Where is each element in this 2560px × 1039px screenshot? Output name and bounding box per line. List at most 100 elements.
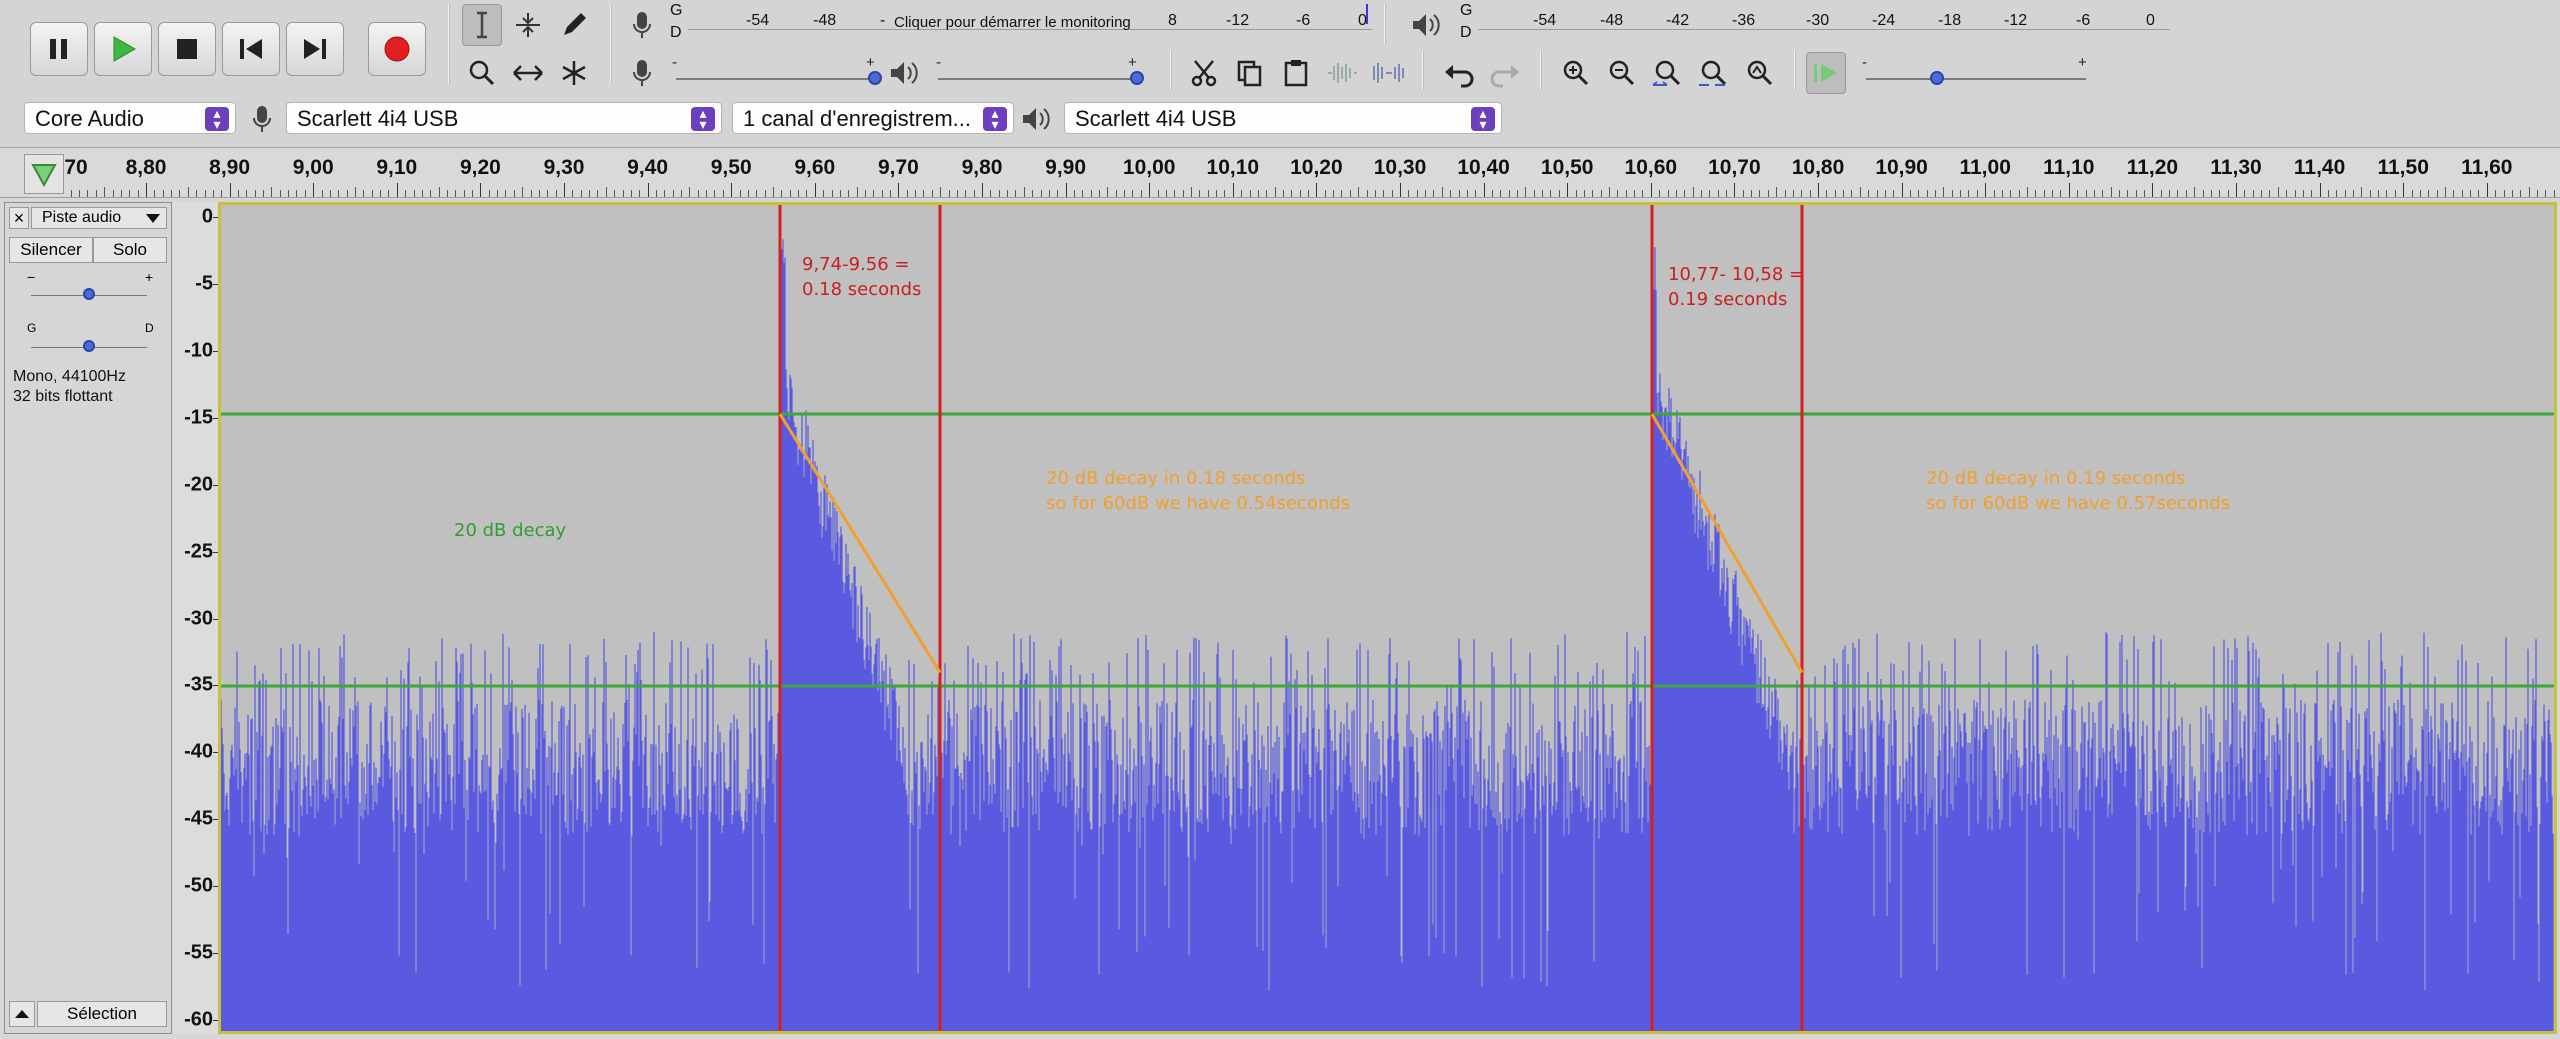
silence-button[interactable] [1368, 52, 1408, 94]
zoom-in-icon [1563, 60, 1589, 86]
timeline-tick [2219, 190, 2221, 197]
timeline-label: 8,80 [125, 156, 167, 179]
timeline-tick [2160, 190, 2162, 197]
timeline-tick [346, 190, 348, 197]
playback-volume-knob[interactable] [1130, 71, 1144, 85]
timeline-tick [2445, 187, 2446, 197]
host-select[interactable]: Core Audio ▴ ▾ [24, 102, 236, 134]
timeline-tick [1784, 190, 1786, 197]
play-at-speed-button[interactable] [1806, 52, 1846, 94]
timeline-tick [1308, 190, 1310, 197]
timeline-tick [1809, 190, 1811, 197]
timeline-label: 10,30 [1373, 156, 1427, 179]
recording-volume-knob[interactable] [868, 71, 882, 85]
play-button[interactable] [94, 22, 152, 76]
redo-icon [1490, 65, 1519, 88]
recording-volume-slider[interactable] [676, 78, 876, 80]
time-shift-tool[interactable] [508, 52, 548, 94]
timeline-tick [1040, 190, 1042, 197]
collapse-track-button[interactable] [9, 1001, 35, 1027]
timeline-options-button[interactable] [24, 154, 64, 194]
timeline-tick [129, 190, 131, 197]
zoom-out-button[interactable] [1602, 52, 1642, 94]
play-speed-slider[interactable] [1866, 78, 2086, 80]
timeline-tick [187, 187, 189, 197]
zoom-in-button[interactable] [1556, 52, 1596, 94]
timeline-tick [1960, 190, 1962, 197]
db-vertical-ruler[interactable]: 0 -5 -10 -15 -20 -25 -30 -35 -40 -45 -50 -55 -60 [172, 202, 220, 1034]
copy-button[interactable] [1230, 52, 1270, 94]
timeline-label: 11,00 [1959, 156, 2011, 179]
db-tick [213, 752, 219, 754]
envelope-icon [516, 13, 540, 37]
multi-tool[interactable] [554, 52, 594, 94]
draw-tool[interactable] [554, 4, 594, 46]
select-track-button[interactable]: Sélection [37, 1001, 167, 1027]
waveform-area[interactable] [221, 205, 2554, 1031]
selection-tool[interactable] [462, 4, 502, 46]
timeline-label: 9,60 [794, 156, 836, 179]
timeline-tick [2411, 190, 2413, 197]
playback-device-select[interactable]: Scarlett 4i4 USB ▴ ▾ [1064, 102, 1502, 134]
track-name-menu[interactable]: Piste audio [31, 207, 167, 229]
result-note-2: 20 dB decay in 0.19 seconds so for 60dB … [1926, 468, 2231, 514]
timeline-tick [1801, 190, 1803, 197]
skip-start-button[interactable] [222, 22, 280, 76]
microphone-icon [253, 106, 271, 132]
timeline-label: 9,40 [627, 156, 669, 179]
stop-button[interactable] [158, 22, 216, 76]
zoom-toggle-button[interactable] [1740, 52, 1780, 94]
pause-button[interactable] [30, 22, 88, 76]
gain-knob[interactable] [83, 288, 95, 300]
db-tick [213, 953, 219, 955]
playback-volume-slider[interactable] [938, 78, 1138, 80]
timeline-tick [2428, 190, 2430, 197]
record-button[interactable] [368, 22, 426, 76]
timeline-tick [1090, 190, 1092, 197]
paste-button[interactable] [1276, 52, 1316, 94]
pan-knob[interactable] [83, 340, 95, 352]
timeline-tick [747, 190, 749, 197]
play-meter-button[interactable] [1406, 4, 1446, 46]
timeline-tick [95, 190, 97, 197]
timeline-ruler[interactable]: 70 8,80 8,90 9,00 9,10 9,20 9,30 9,40 9,50 9,60 9… [0, 148, 2560, 198]
play-meter-tick: -42 [1666, 12, 1690, 29]
record-meter-button[interactable] [622, 4, 662, 46]
envelope-tool[interactable] [508, 4, 548, 46]
zoom-tool[interactable] [462, 52, 502, 94]
timeline-label: 11,10 [2043, 156, 2095, 179]
close-track-button[interactable]: × [9, 207, 29, 229]
timeline-tick [2470, 190, 2472, 197]
solo-button[interactable]: Solo [93, 237, 167, 263]
timeline-tick [120, 190, 122, 197]
select-arrows-icon: ▴ ▾ [983, 106, 1007, 131]
fit-selection-button[interactable] [1648, 52, 1688, 94]
play-speed-knob[interactable] [1930, 71, 1944, 85]
timeline-tick [137, 190, 139, 197]
recording-device-icon-wrap [250, 104, 274, 139]
recording-device-select[interactable]: Scarlett 4i4 USB ▴ ▾ [286, 102, 722, 134]
mute-button[interactable]: Silencer [9, 237, 93, 263]
speaker-icon [891, 62, 918, 84]
timeline-tick [1935, 190, 1937, 197]
microphone-icon [633, 60, 651, 86]
record-meter-level [1366, 4, 1368, 24]
skip-to-start-icon [240, 39, 262, 59]
fit-project-button[interactable] [1694, 52, 1734, 94]
play-meter-tick: -18 [1938, 12, 1962, 29]
undo-button[interactable] [1440, 52, 1480, 94]
timeline-tick [338, 190, 340, 197]
timeline-tick [940, 187, 942, 197]
trim-button[interactable] [1322, 52, 1362, 94]
db-label: -25 [184, 540, 213, 563]
monitoring-prompt[interactable]: Cliquer pour démarrer le monitoring [894, 14, 1131, 31]
timeline-tick [480, 183, 482, 197]
channels-select[interactable]: 1 canal d'enregistrem... ▴ ▾ [732, 102, 1014, 134]
redo-button[interactable] [1484, 52, 1524, 94]
skip-end-button[interactable] [286, 22, 344, 76]
timeline-tick [363, 190, 365, 197]
timeline-tick [948, 190, 950, 197]
cut-button[interactable] [1184, 52, 1224, 94]
timeline-tick [2436, 190, 2438, 197]
timeline-tick [982, 183, 983, 197]
